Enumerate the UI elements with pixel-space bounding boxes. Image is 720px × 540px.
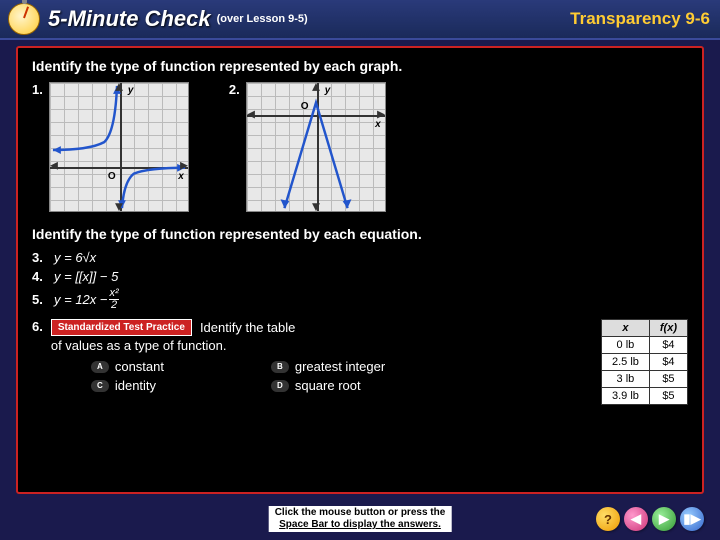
question-3: 3. y = 6√x bbox=[32, 250, 688, 265]
q3-equation: y = 6√x bbox=[54, 250, 96, 265]
choice-label-d: square root bbox=[295, 378, 361, 393]
choice-marker-a: A bbox=[91, 361, 109, 373]
question-6: 6. Standardized Test Practice Identify t… bbox=[32, 319, 688, 405]
graph-row: 1. y x O bbox=[32, 82, 688, 212]
q4-number: 4. bbox=[32, 269, 54, 284]
table-row: 3 lb$5 bbox=[601, 371, 687, 388]
nav-buttons: ? ◀ ▶ ▮▶ bbox=[596, 507, 704, 531]
q6-text-line2: of values as a type of function. bbox=[51, 338, 593, 353]
choice-marker-c: C bbox=[91, 380, 109, 392]
choice-label-a: constant bbox=[115, 359, 164, 374]
table-row: 3.9 lb$5 bbox=[601, 388, 687, 405]
lesson-reference: (over Lesson 9-5) bbox=[217, 13, 308, 25]
choice-c[interactable]: C identity bbox=[91, 378, 251, 393]
forward-button[interactable]: ▶ bbox=[652, 507, 676, 531]
absolute-value-curve bbox=[247, 83, 385, 211]
question-4: 4. y = [[x]] − 5 bbox=[32, 269, 688, 284]
standardized-test-badge: Standardized Test Practice bbox=[51, 319, 192, 336]
values-table: xf(x) 0 lb$4 2.5 lb$4 3 lb$5 3.9 lb$5 bbox=[601, 319, 688, 405]
instruction-equations: Identify the type of function represente… bbox=[32, 226, 688, 242]
choice-label-b: greatest integer bbox=[295, 359, 385, 374]
choice-label-c: identity bbox=[115, 378, 156, 393]
choice-marker-b: B bbox=[271, 361, 289, 373]
help-button[interactable]: ? bbox=[596, 507, 620, 531]
choice-d[interactable]: D square root bbox=[271, 378, 431, 393]
graph-2: y x O bbox=[246, 82, 386, 212]
q3-number: 3. bbox=[32, 250, 54, 265]
footer-instruction: Click the mouse button or press the Spac… bbox=[269, 506, 452, 532]
rational-curve bbox=[50, 83, 188, 211]
q1-number: 1. bbox=[32, 82, 43, 97]
choice-b[interactable]: B greatest integer bbox=[271, 359, 431, 374]
back-button[interactable]: ◀ bbox=[624, 507, 648, 531]
question-5: 5. y = 12x − x² 2 bbox=[32, 288, 688, 311]
answer-choices: A constant B greatest integer C identity… bbox=[91, 359, 593, 393]
question-1: 1. y x O bbox=[32, 82, 189, 212]
equation-list: 3. y = 6√x 4. y = [[x]] − 5 5. y = 12x −… bbox=[32, 250, 688, 311]
choice-a[interactable]: A constant bbox=[91, 359, 251, 374]
footer-bar: Click the mouse button or press the Spac… bbox=[0, 498, 720, 540]
question-2: 2. y x O bbox=[229, 82, 386, 212]
q5-equation-a: y = 12x − bbox=[54, 292, 107, 307]
header-bar: 5-Minute Check (over Lesson 9-5) Transpa… bbox=[0, 0, 720, 40]
instruction-graphs: Identify the type of function represente… bbox=[32, 58, 688, 74]
table-row: 2.5 lb$4 bbox=[601, 354, 687, 371]
choice-marker-d: D bbox=[271, 380, 289, 392]
table-header-fx: f(x) bbox=[649, 320, 687, 337]
table-row: 0 lb$4 bbox=[601, 337, 687, 354]
q6-number: 6. bbox=[32, 319, 43, 334]
footer-line2: Space Bar to display the answers. bbox=[275, 519, 446, 531]
q4-equation: y = [[x]] − 5 bbox=[54, 269, 118, 284]
fraction-top: x² bbox=[109, 288, 118, 299]
end-button[interactable]: ▮▶ bbox=[680, 507, 704, 531]
q5-number: 5. bbox=[32, 292, 54, 307]
transparency-label: Transparency 9-6 bbox=[570, 9, 710, 29]
q6-text-line1: Identify the table bbox=[200, 320, 593, 335]
app-title: 5-Minute Check bbox=[48, 6, 211, 32]
fraction-bot: 2 bbox=[109, 299, 118, 311]
footer-line1: Click the mouse button or press the bbox=[275, 507, 446, 519]
q2-number: 2. bbox=[229, 82, 240, 97]
q5-fraction: x² 2 bbox=[109, 288, 118, 311]
stopwatch-icon bbox=[8, 3, 40, 35]
slide-content: Identify the type of function represente… bbox=[16, 46, 704, 494]
graph-1: y x O bbox=[49, 82, 189, 212]
table-header-x: x bbox=[601, 320, 649, 337]
